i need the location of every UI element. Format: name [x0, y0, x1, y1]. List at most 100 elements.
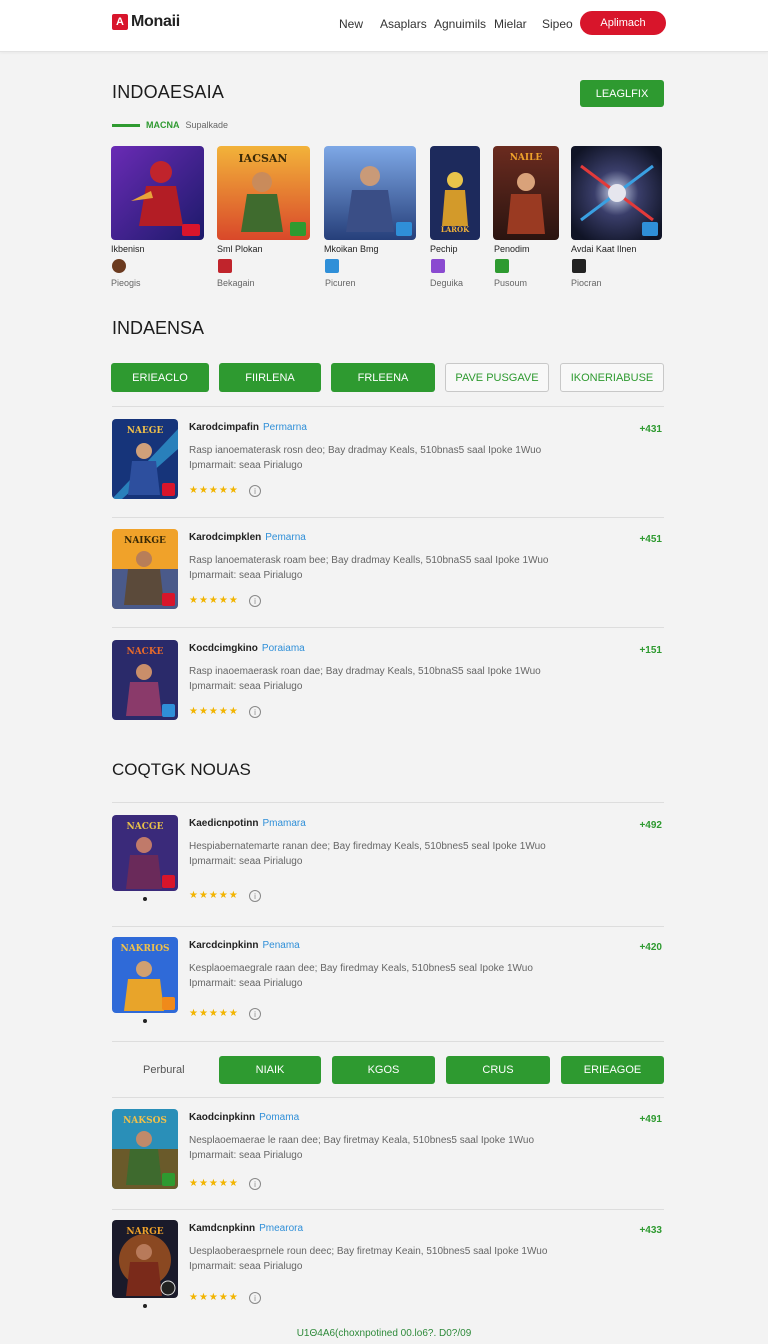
tile-subtitle: Pieogis: [111, 278, 141, 288]
category-pill[interactable]: KGOS: [332, 1056, 435, 1084]
publisher-icon: [431, 259, 445, 273]
rating-stars: ★★★★★: [189, 485, 239, 496]
svg-text:IACSAN: IACSAN: [239, 152, 288, 165]
list-item[interactable]: NAIKGE Karodcimpklen Pemarna Rasp lanoema…: [112, 529, 664, 613]
item-title[interactable]: Karodcimpafin Permarna: [189, 422, 307, 433]
section-title: INDOAESAIA: [112, 82, 225, 102]
nav-link-sipeo[interactable]: Sipeo: [542, 17, 573, 31]
item-price: +492: [639, 820, 662, 831]
publisher-icon: [572, 259, 586, 273]
game-thumbnail[interactable]: NAKSOS: [112, 1109, 178, 1189]
nav-link-mielar[interactable]: Mielar: [494, 17, 527, 31]
filter-button[interactable]: IKONERIABUSE: [560, 363, 664, 392]
info-icon[interactable]: i: [249, 595, 261, 607]
item-title[interactable]: Kamdcnpkinn Pmearora: [189, 1223, 303, 1234]
tile-title[interactable]: Avdai Kaat Ilnen: [571, 244, 636, 254]
game-tile-art[interactable]: LAROK: [430, 146, 480, 240]
tile-title[interactable]: Mkoikan Bmg: [324, 244, 379, 254]
game-tile-art[interactable]: [571, 146, 662, 240]
game-thumbnail[interactable]: NAEGE: [112, 419, 178, 499]
list-item[interactable]: NACKE Kocdcimgkino Poraiama Rasp inaoemae…: [112, 640, 664, 724]
item-description: Hespiabernatemarte ranan dee; Bay firedm…: [189, 841, 546, 867]
game-thumbnail[interactable]: NACKE: [112, 640, 178, 720]
filter-button[interactable]: PAVE PUSGAVE: [445, 363, 549, 392]
game-tile-art[interactable]: NAILE: [493, 146, 559, 240]
divider: [112, 627, 664, 628]
rating-stars: ★★★★★: [189, 1292, 239, 1303]
rating-stars: ★★★★★: [189, 1008, 239, 1019]
info-icon[interactable]: i: [249, 706, 261, 718]
indicator-dot: [143, 897, 147, 901]
game-thumbnail[interactable]: NARGE: [112, 1220, 178, 1298]
category-pill[interactable]: CRUS: [446, 1056, 550, 1084]
section-title: INDAENSA: [112, 318, 205, 338]
item-title[interactable]: Kaedicnpotinn Pmamara: [189, 818, 306, 829]
item-description: Rasp inaoemaerask roan dae; Bay dradmay …: [189, 666, 541, 692]
indicator-dot: [143, 1304, 147, 1308]
filter-button[interactable]: FIIRLENA: [219, 363, 321, 392]
item-title[interactable]: Kaodcinpkinn Pomama: [189, 1112, 299, 1123]
hero-art-icon: LAROK: [430, 146, 480, 240]
svg-text:NARGE: NARGE: [126, 1227, 163, 1237]
hero-art-icon: NAEGE: [112, 419, 178, 499]
nav-link-agnuimils[interactable]: Agnuimils: [434, 17, 486, 31]
list-item[interactable]: NAKSOS Kaodcinpkinn Pomama Nesplaoemaerae…: [112, 1109, 664, 1193]
list-item[interactable]: NARGE Kamdcnpkinn Pmearora Uesplaoberaesp…: [112, 1220, 664, 1308]
game-thumbnail[interactable]: NACGE: [112, 815, 178, 891]
item-title[interactable]: Karcdcinpkinn Penama: [189, 940, 300, 951]
svg-text:NAKSOS: NAKSOS: [123, 1116, 167, 1126]
item-description: Kesplaoemaegrale raan dee; Bay firedmay …: [189, 963, 533, 989]
game-tile-art[interactable]: [324, 146, 416, 240]
pills-label: Perbural: [143, 1064, 185, 1076]
game-thumbnail[interactable]: NAIKGE: [112, 529, 178, 609]
publisher-icon: [325, 259, 339, 273]
svg-text:NAKRIOS: NAKRIOS: [120, 944, 169, 954]
logo-mark-icon: A: [112, 14, 128, 30]
list-item[interactable]: NAEGE Karodcimpafin Permarna Rasp ianoema…: [112, 419, 664, 503]
category-pill[interactable]: NIAIK: [219, 1056, 321, 1084]
game-thumbnail[interactable]: NAKRIOS: [112, 937, 178, 1013]
item-title[interactable]: Kocdcimgkino Poraiama: [189, 643, 305, 654]
divider: [112, 1041, 664, 1042]
filter-button[interactable]: ERIEACLO: [111, 363, 209, 392]
nav-link-new[interactable]: New: [339, 17, 363, 31]
logo[interactable]: A Monaii: [112, 13, 180, 31]
cta-button[interactable]: Aplimach: [580, 11, 666, 35]
tile-title[interactable]: Ikbenisn: [111, 244, 145, 254]
svg-text:NAIKGE: NAIKGE: [124, 536, 166, 546]
list-item[interactable]: NAKRIOS Karcdcinpkinn Penama Kesplaoemaeg…: [112, 937, 664, 1023]
section-subline: MACNA Supalkade: [112, 120, 228, 130]
svg-text:LAROK: LAROK: [441, 225, 470, 234]
divider: [112, 926, 664, 927]
item-description: Nesplaoemaerae le raan dee; Bay firetmay…: [189, 1135, 535, 1161]
publisher-icon: [218, 259, 232, 273]
hero-art-icon: NARGE: [112, 1220, 178, 1298]
item-title[interactable]: Karodcimpklen Pemarna: [189, 532, 306, 543]
filter-button[interactable]: FRLEENA: [331, 363, 435, 392]
divider: [112, 1209, 664, 1210]
nav-link-asaplars[interactable]: Asaplars: [380, 17, 427, 31]
leaglfix-button[interactable]: LEAGLFIX: [580, 80, 664, 107]
game-tile-art[interactable]: IACSAN: [217, 146, 310, 240]
subline-green-label[interactable]: MACNA: [146, 120, 180, 130]
info-icon[interactable]: i: [249, 1292, 261, 1304]
tile-title[interactable]: Sml Plokan: [217, 244, 263, 254]
tile-title[interactable]: Pechip: [430, 244, 458, 254]
item-price: +433: [639, 1225, 662, 1236]
item-price: +420: [639, 942, 662, 953]
info-icon[interactable]: i: [249, 485, 261, 497]
list-item[interactable]: NACGE Kaedicnpotinn Pmamara Hespiabernate…: [112, 815, 664, 902]
category-pill[interactable]: ERIEAGOE: [561, 1056, 664, 1084]
tile-title[interactable]: Penodim: [494, 244, 530, 254]
hero-art-icon: [111, 146, 204, 240]
rating-stars: ★★★★★: [189, 595, 239, 606]
info-icon[interactable]: i: [249, 1178, 261, 1190]
hero-art-icon: NAKSOS: [112, 1109, 178, 1189]
subline-gray-label[interactable]: Supalkade: [186, 120, 229, 130]
item-price: +431: [639, 424, 662, 435]
hero-art-icon: NACKE: [112, 640, 178, 720]
game-tile-art[interactable]: [111, 146, 204, 240]
rating-stars: ★★★★★: [189, 890, 239, 901]
info-icon[interactable]: i: [249, 1008, 261, 1020]
info-icon[interactable]: i: [249, 890, 261, 902]
